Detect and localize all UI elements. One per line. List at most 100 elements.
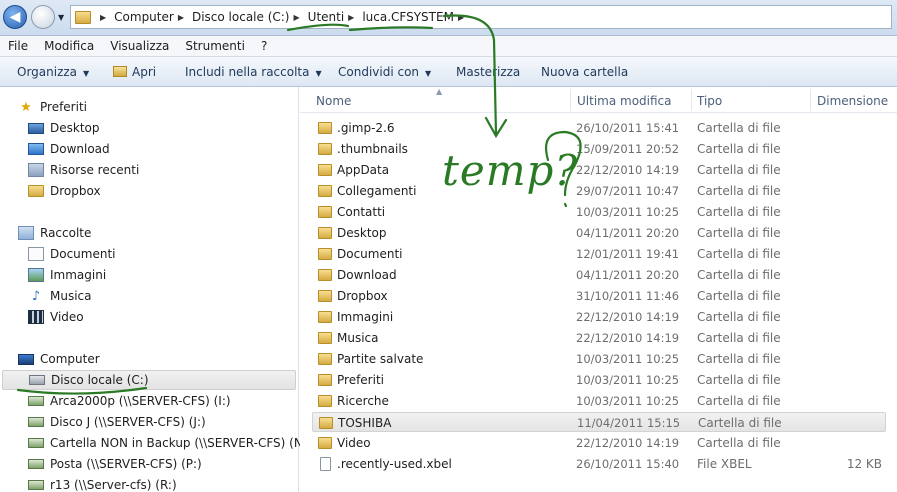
nav-item-label: r13 (\\Server-cfs) (R:): [50, 478, 177, 492]
nav-item-pictures[interactable]: Immagini: [28, 265, 106, 285]
column-header-row: ▲ Nome Ultima modifica Tipo Dimensione: [300, 87, 897, 113]
organize-label: Organizza: [17, 65, 78, 79]
file-row[interactable]: .gimp-2.6 26/10/2011 15:41 Cartella di fil…: [312, 118, 886, 138]
caret-down-icon: ▼: [315, 69, 322, 78]
file-name: TOSHIBA: [338, 416, 392, 430]
include-in-library-button[interactable]: Includi nella raccolta ▼: [185, 65, 322, 79]
music-icon: ♪: [31, 288, 41, 304]
burn-button[interactable]: Masterizza: [456, 65, 520, 79]
folder-icon: [75, 10, 91, 24]
breadcrumb-user-folder[interactable]: luca.CFSYSTEM: [362, 10, 454, 24]
nav-item-drive-j[interactable]: Disco J (\\SERVER-CFS) (J:): [28, 412, 206, 432]
file-name: AppData: [337, 163, 390, 177]
chevron-right-icon[interactable]: ▶: [348, 13, 354, 22]
menu-tools[interactable]: Strumenti: [185, 39, 245, 53]
file-type: Cartella di file: [697, 184, 781, 198]
file-type: Cartella di file: [697, 268, 781, 282]
file-row[interactable]: Preferiti 10/03/2011 10:25 Cartella di fil…: [312, 370, 886, 390]
chevron-right-icon[interactable]: ▶: [294, 13, 300, 22]
address-bar: ◀ ▼ ▶ Computer ▶ Disco locale (C:) ▶ Ute…: [0, 0, 897, 36]
breadcrumb-users[interactable]: Utenti: [308, 10, 345, 24]
nav-item-drive-p[interactable]: Posta (\\SERVER-CFS) (P:): [28, 454, 202, 474]
file-row[interactable]: Documenti 12/01/2011 19:41 Cartella di fil…: [312, 244, 886, 264]
breadcrumb-computer[interactable]: Computer: [114, 10, 174, 24]
nav-item-drive-r[interactable]: r13 (\\Server-cfs) (R:): [28, 475, 177, 492]
file-type: Cartella di file: [697, 121, 781, 135]
file-row[interactable]: Ricerche 10/03/2011 10:25 Cartella di file: [312, 391, 886, 411]
column-divider[interactable]: [810, 89, 811, 111]
file-row[interactable]: Video 22/12/2010 14:19 Cartella di file: [312, 433, 886, 453]
folder-icon: [318, 332, 332, 344]
nav-item-video[interactable]: Video: [28, 307, 84, 327]
recent-pages-dropdown[interactable]: ▼: [58, 13, 64, 22]
folder-icon: [318, 164, 332, 176]
nav-item-download[interactable]: Download: [28, 139, 110, 159]
nav-item-documents[interactable]: Documenti: [28, 244, 116, 264]
open-button[interactable]: Apri: [113, 65, 156, 79]
nav-item-local-disk[interactable]: Disco locale (C:): [2, 370, 296, 390]
local-disk-icon: [29, 375, 45, 385]
forward-button[interactable]: [31, 5, 55, 29]
column-divider[interactable]: [691, 89, 692, 111]
breadcrumb-local-disk[interactable]: Disco locale (C:): [192, 10, 290, 24]
new-folder-button[interactable]: Nuova cartella: [541, 65, 628, 79]
nav-item-dropbox[interactable]: Dropbox: [28, 181, 101, 201]
nav-item-label: Dropbox: [50, 184, 101, 198]
breadcrumb[interactable]: ▶ Computer ▶ Disco locale (C:) ▶ Utenti …: [70, 5, 892, 29]
back-button[interactable]: ◀: [3, 5, 27, 29]
column-divider[interactable]: [570, 89, 571, 111]
nav-item-drive-i[interactable]: Arca2000p (\\SERVER-CFS) (I:): [28, 391, 231, 411]
file-type: Cartella di file: [697, 205, 781, 219]
file-name: Preferiti: [337, 373, 384, 387]
file-name: .recently-used.xbel: [337, 457, 452, 471]
file-type: Cartella di file: [697, 436, 781, 450]
chevron-right-icon[interactable]: ▶: [100, 13, 106, 22]
nav-item-desktop[interactable]: Desktop: [28, 118, 100, 138]
file-modified: 29/07/2011 10:47: [576, 184, 680, 198]
file-type: Cartella di file: [698, 416, 782, 430]
file-name: Collegamenti: [337, 184, 417, 198]
file-row[interactable]: Musica 22/12/2010 14:19 Cartella di file: [312, 328, 886, 348]
file-row[interactable]: Collegamenti 29/07/2011 10:47 Cartella di …: [312, 181, 886, 201]
file-type: Cartella di file: [697, 163, 781, 177]
menu-edit[interactable]: Modifica: [44, 39, 94, 53]
file-modified: 22/12/2010 14:19: [576, 436, 680, 450]
file-name: Documenti: [337, 247, 403, 261]
menu-help[interactable]: ?: [261, 39, 267, 53]
dropbox-icon: [28, 185, 44, 197]
organize-button[interactable]: Organizza ▼: [17, 65, 89, 79]
menu-bar: File Modifica Visualizza Strumenti ?: [0, 36, 897, 57]
file-row[interactable]: Partite salvate 10/03/2011 10:25 Cartella …: [312, 349, 886, 369]
column-header-modified[interactable]: Ultima modifica: [577, 94, 672, 108]
file-row[interactable]: .recently-used.xbel 26/10/2011 15:40 File …: [312, 454, 886, 474]
column-header-type[interactable]: Tipo: [697, 94, 722, 108]
nav-item-label: Disco locale (C:): [51, 373, 149, 387]
file-row[interactable]: Download 04/11/2011 20:20 Cartella di file: [312, 265, 886, 285]
file-row[interactable]: AppData 22/12/2010 14:19 Cartella di file: [312, 160, 886, 180]
nav-computer[interactable]: Computer: [18, 349, 100, 369]
file-modified: 10/03/2011 10:25: [576, 352, 680, 366]
sort-ascending-icon: ▲: [436, 87, 443, 96]
menu-view[interactable]: Visualizza: [110, 39, 169, 53]
file-row[interactable]: TOSHIBA 11/04/2011 15:15 Cartella di file: [312, 412, 886, 432]
nav-libraries[interactable]: Raccolte: [18, 223, 91, 243]
column-header-name[interactable]: Nome: [316, 94, 351, 108]
file-row[interactable]: Desktop 04/11/2011 20:20 Cartella di file: [312, 223, 886, 243]
file-row[interactable]: .thumbnails 15/09/2011 20:52 Cartella di f…: [312, 139, 886, 159]
libraries-icon: [18, 226, 34, 240]
nav-item-recent-places[interactable]: Risorse recenti: [28, 160, 139, 180]
nav-favorites[interactable]: ★ Preferiti: [18, 97, 87, 117]
column-header-size[interactable]: Dimensione: [817, 94, 888, 108]
file-row[interactable]: Contatti 10/03/2011 10:25 Cartella di file: [312, 202, 886, 222]
nav-item-music[interactable]: ♪ Musica: [28, 286, 92, 306]
menu-file[interactable]: File: [8, 39, 28, 53]
folder-icon: [318, 353, 332, 365]
nav-item-drive-n[interactable]: Cartella NON in Backup (\\SERVER-CFS) (N…: [28, 433, 312, 453]
file-row[interactable]: Immagini 22/12/2010 14:19 Cartella di file: [312, 307, 886, 327]
file-row[interactable]: Dropbox 31/10/2011 11:46 Cartella di file: [312, 286, 886, 306]
file-modified: 11/04/2011 15:15: [577, 416, 681, 430]
chevron-right-icon[interactable]: ▶: [178, 13, 184, 22]
chevron-right-icon[interactable]: ▶: [458, 13, 464, 22]
share-with-button[interactable]: Condividi con ▼: [338, 65, 431, 79]
nav-computer-label: Computer: [40, 352, 100, 366]
